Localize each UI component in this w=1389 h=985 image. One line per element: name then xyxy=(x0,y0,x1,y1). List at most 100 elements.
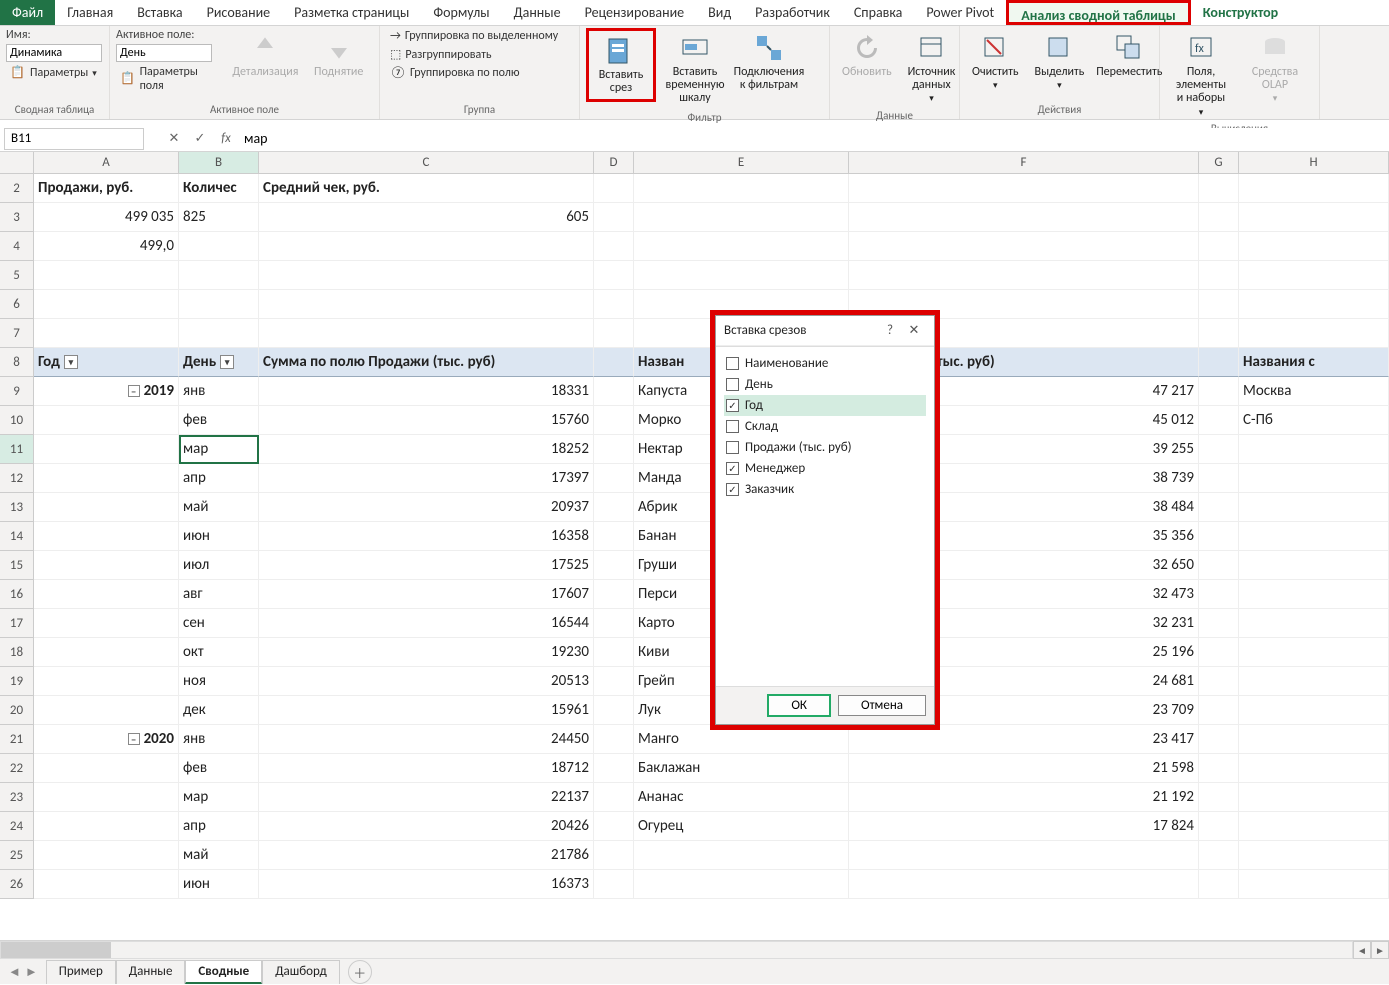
checkbox-icon[interactable]: ✓ xyxy=(726,483,739,496)
row-header-20[interactable]: 20 xyxy=(0,696,34,725)
cell[interactable] xyxy=(1199,406,1239,435)
cell[interactable] xyxy=(179,261,259,290)
tab-home[interactable]: Главная xyxy=(55,0,125,25)
cell[interactable]: май xyxy=(179,493,259,522)
cell[interactable]: 17 824 xyxy=(849,812,1199,841)
cell[interactable]: 20426 xyxy=(259,812,594,841)
cell[interactable] xyxy=(34,667,179,696)
cell[interactable]: 16358 xyxy=(259,522,594,551)
cell[interactable] xyxy=(594,261,634,290)
cell[interactable]: Огурец xyxy=(634,812,849,841)
cell[interactable] xyxy=(594,232,634,261)
cell[interactable]: 24450 xyxy=(259,725,594,754)
sheet-tab[interactable]: Дашборд xyxy=(262,960,340,984)
cell[interactable]: май xyxy=(179,841,259,870)
cell[interactable]: 17525 xyxy=(259,551,594,580)
cancel-edit-icon[interactable]: ✕ xyxy=(164,129,184,149)
cell[interactable] xyxy=(1199,232,1239,261)
cell[interactable]: сен xyxy=(179,609,259,638)
tab-powerpivot[interactable]: Power Pivot xyxy=(914,0,1006,25)
checkbox-icon[interactable]: ✓ xyxy=(726,462,739,475)
slicer-field-item[interactable]: Продажи (тыс. руб) xyxy=(724,437,926,458)
cell[interactable] xyxy=(1239,754,1389,783)
column-header-A[interactable]: A xyxy=(34,152,179,174)
row-header-11[interactable]: 11 xyxy=(0,435,34,464)
cell[interactable] xyxy=(1239,203,1389,232)
cell[interactable]: Год▾ xyxy=(34,348,179,377)
cell[interactable] xyxy=(1239,783,1389,812)
cell[interactable] xyxy=(634,841,849,870)
cell[interactable]: 18712 xyxy=(259,754,594,783)
cell[interactable] xyxy=(1199,464,1239,493)
cell[interactable] xyxy=(1239,261,1389,290)
cell[interactable]: Сумма по полю Продажи (тыс. руб) xyxy=(259,348,594,377)
cell[interactable] xyxy=(849,174,1199,203)
cell[interactable] xyxy=(594,783,634,812)
sheet-tab[interactable]: Данные xyxy=(116,960,186,984)
cell[interactable] xyxy=(34,609,179,638)
slicer-field-item[interactable]: ✓Менеджер xyxy=(724,458,926,479)
cell[interactable] xyxy=(1199,377,1239,406)
row-header-2[interactable]: 2 xyxy=(0,174,34,203)
checkbox-icon[interactable]: ✓ xyxy=(726,399,739,412)
fields-items-button[interactable]: fxПоля, элементы и наборы▾ xyxy=(1166,28,1236,121)
tab-layout[interactable]: Разметка страницы xyxy=(282,0,421,25)
cell[interactable] xyxy=(34,522,179,551)
row-header-16[interactable]: 16 xyxy=(0,580,34,609)
row-header-7[interactable]: 7 xyxy=(0,319,34,348)
row-header-22[interactable]: 22 xyxy=(0,754,34,783)
cell[interactable] xyxy=(1199,435,1239,464)
cell[interactable] xyxy=(34,783,179,812)
row-header-26[interactable]: 26 xyxy=(0,870,34,899)
cell[interactable] xyxy=(34,638,179,667)
cell[interactable] xyxy=(594,841,634,870)
cell[interactable] xyxy=(594,290,634,319)
cell[interactable] xyxy=(1239,609,1389,638)
cell[interactable] xyxy=(1199,783,1239,812)
cell[interactable] xyxy=(594,377,634,406)
slicer-field-item[interactable]: День xyxy=(724,374,926,395)
cell[interactable]: 21786 xyxy=(259,841,594,870)
cell[interactable] xyxy=(634,203,849,232)
cell[interactable] xyxy=(259,232,594,261)
cell[interactable]: −2020 xyxy=(34,725,179,754)
row-header-14[interactable]: 14 xyxy=(0,522,34,551)
cell[interactable]: мар xyxy=(179,435,259,464)
column-header-H[interactable]: H xyxy=(1239,152,1389,174)
cell[interactable] xyxy=(594,551,634,580)
cell[interactable] xyxy=(1199,290,1239,319)
cell[interactable] xyxy=(1239,435,1389,464)
cell[interactable] xyxy=(34,551,179,580)
group-by-selection-button[interactable]: →Группировка по выделенному xyxy=(386,28,562,44)
insert-timeline-button[interactable]: Вставить временную шкалу xyxy=(660,28,730,110)
row-header-5[interactable]: 5 xyxy=(0,261,34,290)
cell[interactable] xyxy=(1199,609,1239,638)
cell[interactable]: мар xyxy=(179,783,259,812)
cell[interactable] xyxy=(1199,348,1239,377)
cell[interactable] xyxy=(179,319,259,348)
row-header-6[interactable]: 6 xyxy=(0,290,34,319)
cell[interactable] xyxy=(1199,493,1239,522)
row-header-25[interactable]: 25 xyxy=(0,841,34,870)
cell[interactable] xyxy=(1239,870,1389,899)
cell[interactable]: Баклажан xyxy=(634,754,849,783)
cell[interactable] xyxy=(1199,319,1239,348)
cell[interactable] xyxy=(1199,870,1239,899)
cell[interactable] xyxy=(34,493,179,522)
cell[interactable] xyxy=(594,667,634,696)
cell[interactable] xyxy=(1239,580,1389,609)
cell[interactable] xyxy=(594,725,634,754)
cell[interactable] xyxy=(34,406,179,435)
cell[interactable]: 17397 xyxy=(259,464,594,493)
cell[interactable]: 22137 xyxy=(259,783,594,812)
row-header-3[interactable]: 3 xyxy=(0,203,34,232)
cell[interactable]: С-Пб xyxy=(1239,406,1389,435)
checkbox-icon[interactable] xyxy=(726,441,739,454)
cell[interactable]: 17607 xyxy=(259,580,594,609)
tab-pivot-analyze[interactable]: Анализ сводной таблицы xyxy=(1006,0,1190,25)
cell[interactable] xyxy=(34,435,179,464)
cell[interactable]: 605 xyxy=(259,203,594,232)
tab-review[interactable]: Рецензирование xyxy=(573,0,697,25)
slicer-field-item[interactable]: ✓Заказчик xyxy=(724,479,926,500)
cell[interactable] xyxy=(1239,464,1389,493)
